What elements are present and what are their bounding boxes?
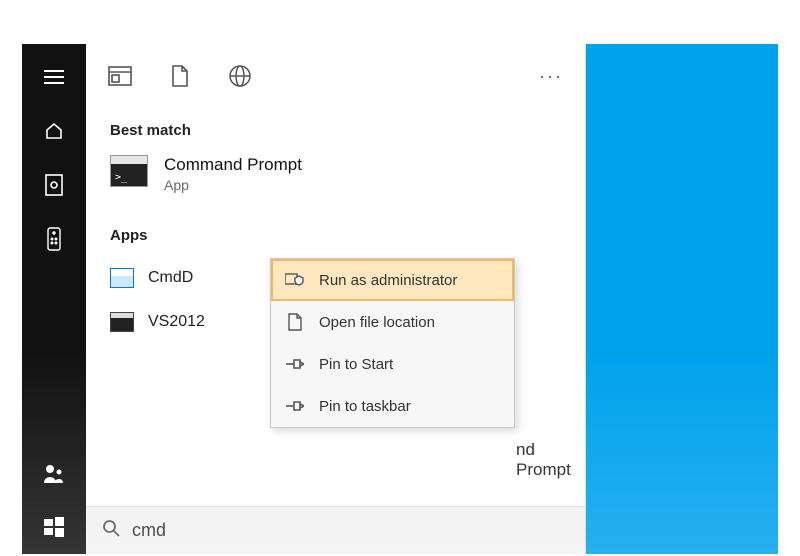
best-match-title: Command Prompt: [164, 155, 302, 175]
app-result-2-trail: nd Prompt: [516, 440, 585, 480]
app-icon: [110, 268, 134, 288]
results-body: Best match Command Prompt App Apps CmdD …: [86, 108, 585, 506]
home-icon[interactable]: [22, 104, 86, 158]
recent-icon[interactable]: [22, 158, 86, 212]
search-icon: [102, 519, 120, 542]
app-icon: [110, 312, 134, 332]
remote-icon[interactable]: [22, 212, 86, 266]
best-match-heading: Best match: [110, 122, 585, 139]
documents-tab-icon[interactable]: [168, 64, 192, 88]
account-icon[interactable]: [22, 446, 86, 500]
ctx-label: Open file location: [319, 314, 435, 331]
search-bar[interactable]: [86, 506, 585, 554]
all-tab-icon[interactable]: [108, 64, 132, 88]
more-options-icon[interactable]: ···: [539, 66, 563, 87]
app-result-label: VS2012: [148, 313, 205, 331]
hamburger-icon[interactable]: [22, 50, 86, 104]
ctx-pin-to-start[interactable]: Pin to Start: [271, 343, 514, 385]
ctx-label: Pin to Start: [319, 356, 393, 373]
shield-run-icon: [285, 271, 305, 289]
ctx-label: Run as administrator: [319, 272, 457, 289]
web-tab-icon[interactable]: [228, 64, 252, 88]
start-sidebar: [22, 44, 86, 554]
ctx-open-file-location[interactable]: Open file location: [271, 301, 514, 343]
desktop-background: ··· Best match Command Prompt App Apps C…: [22, 44, 778, 554]
ctx-pin-to-taskbar[interactable]: Pin to taskbar: [271, 385, 514, 427]
windows-start-icon[interactable]: [22, 500, 86, 554]
search-input[interactable]: [132, 520, 569, 541]
apps-heading: Apps: [110, 227, 585, 244]
context-menu: Run as administrator Open file location …: [270, 258, 515, 428]
best-match-result[interactable]: Command Prompt App: [110, 151, 585, 199]
folder-icon: [285, 313, 305, 331]
pin-icon: [285, 397, 305, 415]
ctx-label: Pin to taskbar: [319, 398, 411, 415]
pin-icon: [285, 355, 305, 373]
command-prompt-icon: [110, 155, 148, 187]
search-results-panel: ··· Best match Command Prompt App Apps C…: [86, 44, 586, 554]
filter-tabs: ···: [86, 44, 585, 108]
ctx-run-as-admin[interactable]: Run as administrator: [271, 259, 514, 301]
best-match-subtitle: App: [164, 177, 302, 193]
app-result-label: CmdD: [148, 269, 193, 287]
